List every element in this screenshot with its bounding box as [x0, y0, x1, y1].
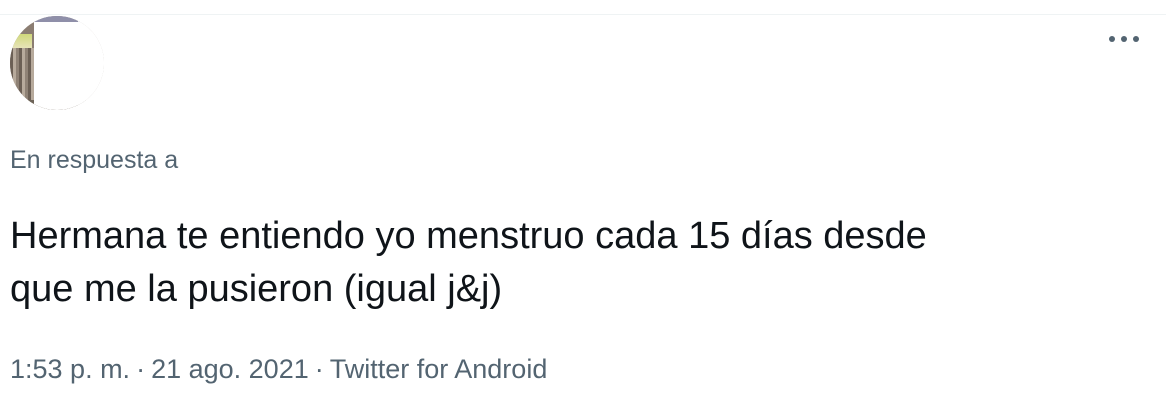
more-horizontal-icon: [1109, 36, 1139, 42]
tweet-text-line: Hermana te entiendo yo menstruo cada 15 …: [10, 215, 927, 257]
meta-separator: ·: [314, 354, 324, 384]
tweet-text-line: que me la pusieron (igual j&j): [10, 268, 503, 310]
tweet-time[interactable]: 1:53 p. m.: [10, 354, 130, 384]
more-options-button[interactable]: [1104, 30, 1144, 50]
avatar[interactable]: [10, 16, 104, 110]
tweet-metadata: 1:53 p. m. · 21 ago. 2021 · Twitter for Andr…: [10, 354, 547, 385]
top-divider: [0, 14, 1166, 15]
tweet-source-link[interactable]: Twitter for Android: [330, 354, 548, 384]
avatar-redaction: [78, 16, 104, 110]
tweet-text: Hermana te entiendo yo menstruo cada 15 …: [10, 210, 1150, 316]
avatar-photo-detail: [10, 34, 32, 48]
tweet-date[interactable]: 21 ago. 2021: [151, 354, 309, 384]
meta-separator: ·: [136, 354, 146, 384]
reply-context-label: En respuesta a: [10, 146, 179, 174]
